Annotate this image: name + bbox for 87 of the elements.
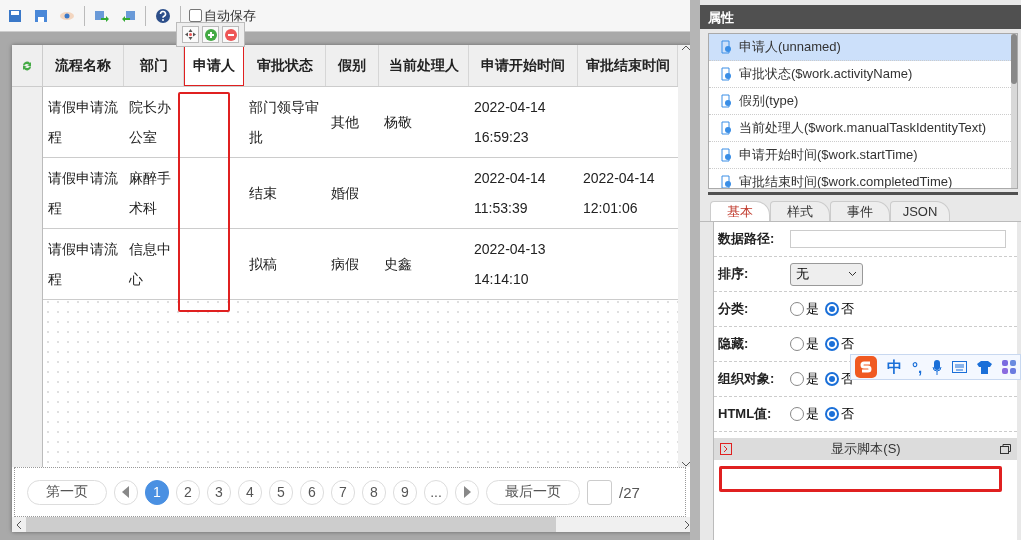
table-cell-text: 院长办公室 — [129, 98, 172, 147]
field-label: 隐藏: — [718, 335, 750, 353]
punctuation-mode[interactable]: °, — [912, 358, 923, 376]
restore-icon[interactable] — [1000, 444, 1011, 454]
radio-option[interactable]: 是 — [790, 370, 819, 388]
field-label: 组织对象: — [718, 370, 776, 388]
page-button[interactable]: 7 — [331, 479, 355, 505]
radio-option[interactable]: 否 — [825, 335, 854, 353]
table-cell-text: 结束 — [249, 184, 277, 203]
next-page-button[interactable] — [455, 479, 479, 505]
table-cell-text: 婚假 — [331, 184, 359, 203]
page-number-field[interactable] — [587, 479, 612, 505]
input-field[interactable] — [790, 230, 1006, 248]
triangle-left-icon — [122, 486, 130, 498]
tab[interactable]: 样式 — [770, 201, 830, 221]
field-label: 排序: — [718, 265, 750, 283]
page-button[interactable]: 5 — [269, 479, 293, 505]
autosave-checkbox[interactable]: 自动保存 — [189, 6, 256, 25]
radio-option[interactable]: 否 — [825, 300, 854, 318]
radio-option[interactable]: 否 — [825, 405, 854, 423]
sort-dropdown[interactable]: 无 — [790, 262, 863, 286]
keyboard-icon[interactable] — [952, 361, 968, 373]
panel-title: 属性 — [700, 5, 1021, 29]
shirt-icon[interactable] — [977, 360, 993, 374]
document-icon — [721, 175, 733, 188]
field-label: HTML值: — [718, 405, 773, 423]
chevron-down-icon — [848, 271, 857, 277]
column-header[interactable]: 当前处理人 — [379, 45, 469, 86]
first-page-button[interactable]: 第一页 — [27, 479, 107, 505]
table-cell-text: 2022-04-14 16:59:23 — [474, 98, 547, 147]
add-icon[interactable] — [202, 26, 219, 43]
document-icon — [721, 40, 733, 54]
microphone-icon[interactable] — [932, 359, 943, 375]
table-cell-text: 请假申请流程 — [48, 98, 119, 147]
field-label: 数据路径: — [718, 230, 776, 248]
grid-icon[interactable] — [1002, 360, 1017, 374]
table-cell-text: 请假申请流程 — [48, 169, 119, 218]
page-button[interactable]: 9 — [393, 479, 417, 505]
table-cell-text: 史鑫 — [384, 255, 412, 274]
column-header[interactable]: 假别 — [326, 45, 379, 86]
document-icon — [721, 94, 733, 108]
document-icon — [721, 121, 733, 135]
document-icon — [721, 67, 733, 81]
input-mode[interactable]: 中 — [887, 357, 902, 377]
field-list-item[interactable]: 申请人(unnamed) — [709, 34, 1011, 61]
table-cell-text: 2022-04-14 11:53:39 — [474, 169, 547, 218]
scrollbar-thumb[interactable] — [1011, 34, 1017, 84]
table-cell-text: 病假 — [331, 255, 359, 274]
page-button[interactable]: ... — [424, 479, 448, 505]
last-page-button[interactable]: 最后一页 — [486, 479, 580, 505]
page-button[interactable]: 8 — [362, 479, 386, 505]
column-header[interactable]: 申请开始时间 — [469, 45, 578, 86]
previous-page-button[interactable] — [114, 479, 138, 505]
page-button[interactable]: 3 — [207, 479, 231, 505]
scroll-left-icon[interactable] — [16, 519, 22, 530]
tab[interactable]: 事件 — [830, 201, 890, 221]
column-header[interactable]: 申请人 — [184, 45, 244, 86]
table-cell-text: 拟稿 — [249, 255, 277, 274]
page-button[interactable]: 6 — [300, 479, 324, 505]
table-cell-text: 2022-04-13 14:14:10 — [474, 240, 547, 289]
page-button[interactable]: 2 — [176, 479, 200, 505]
help-icon[interactable] — [154, 6, 172, 25]
table-cell-text: 部门领导审批 — [249, 98, 320, 147]
document-icon — [721, 148, 733, 162]
panel-title: 显示脚本(S) — [831, 440, 901, 458]
scroll-right-icon[interactable] — [684, 519, 690, 530]
tab[interactable]: JSON — [890, 201, 950, 221]
table-cell-text: 信息中心 — [129, 240, 172, 289]
table-cell-text: 2022-04-14 12:01:06 — [583, 169, 656, 218]
scrollbar-thumb[interactable] — [26, 517, 556, 532]
triangle-right-icon — [463, 486, 471, 498]
refresh-icon[interactable] — [21, 59, 33, 72]
field-label: 分类: — [718, 300, 750, 318]
radio-option[interactable]: 是 — [790, 335, 819, 353]
expand-icon[interactable] — [720, 443, 732, 455]
radio-option[interactable]: 是 — [790, 300, 819, 318]
table-cell-text: 其他 — [331, 113, 359, 132]
table-cell-text: 麻醉手术科 — [129, 169, 172, 218]
radio-option[interactable]: 是 — [790, 405, 819, 423]
page-total: /27 — [619, 483, 640, 501]
table-cell-text: 杨敬 — [384, 113, 412, 132]
tab[interactable]: 基本 — [710, 201, 770, 221]
table-cell-text: 请假申请流程 — [48, 240, 119, 289]
remove-icon[interactable] — [222, 26, 239, 43]
column-header[interactable]: 流程名称 — [43, 45, 124, 86]
page-button[interactable]: 4 — [238, 479, 262, 505]
move-icon[interactable] — [182, 26, 199, 43]
